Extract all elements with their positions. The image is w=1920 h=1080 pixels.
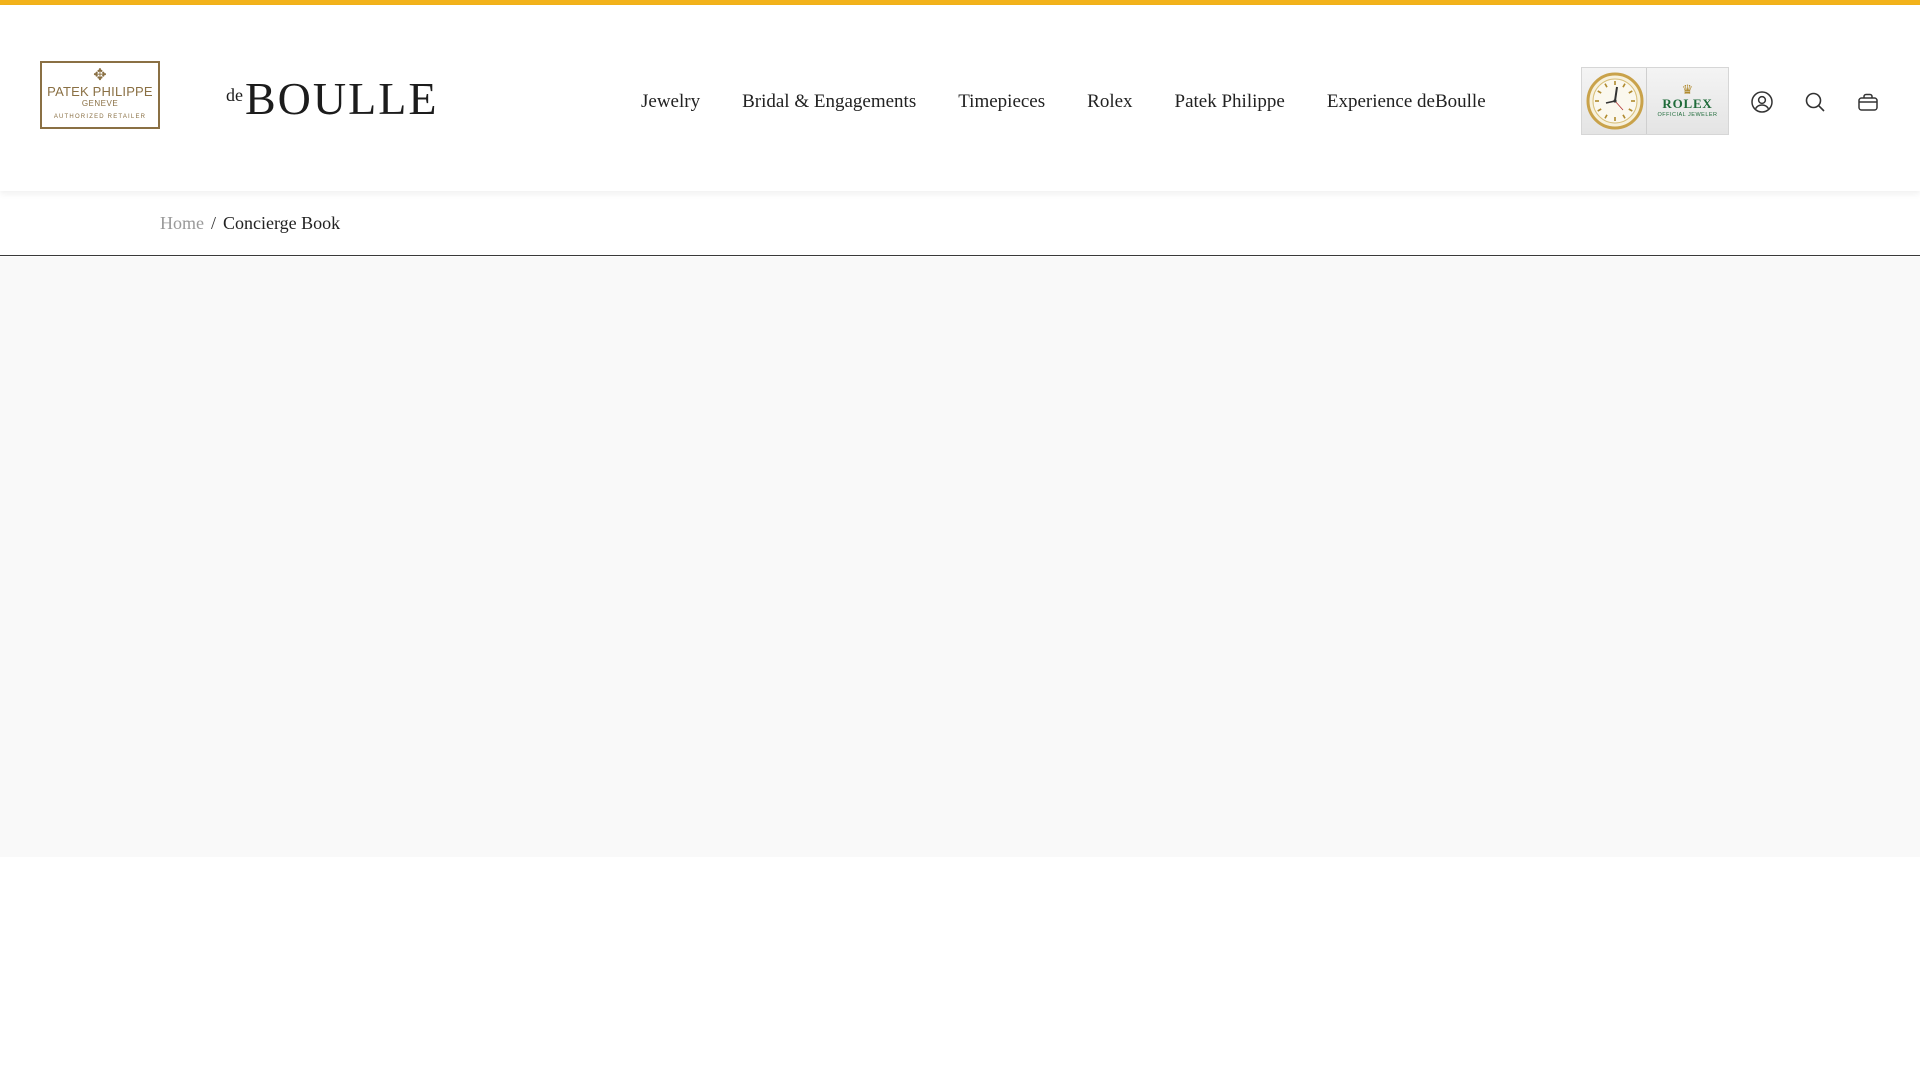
patek-badge-line1: PATEK PHILIPPE bbox=[47, 83, 153, 99]
rolex-official-jeweler-plaque[interactable]: ♛ ROLEX OFFICIAL JEWELER bbox=[1581, 67, 1729, 135]
nav-item-experience-deboulle[interactable]: Experience deBoulle bbox=[1306, 87, 1507, 117]
breadcrumb-separator: / bbox=[211, 213, 217, 233]
site-header: ✥ PATEK PHILIPPE GENEVE AUTHORIZED RETAI… bbox=[0, 5, 1920, 191]
rolex-brand: ♛ ROLEX OFFICIAL JEWELER bbox=[1647, 83, 1728, 119]
nav-item-bridal-engagements[interactable]: Bridal & Engagements bbox=[721, 87, 937, 117]
calatrava-cross-icon: ✥ bbox=[93, 66, 107, 84]
breadcrumb-bar: Home / Concierge Book bbox=[0, 191, 1920, 256]
rolex-clock-icon bbox=[1584, 70, 1646, 132]
patek-badge-line2: GENEVE bbox=[81, 98, 119, 108]
crown-icon: ♛ bbox=[1681, 82, 1694, 97]
concierge-book-content-area bbox=[0, 257, 1920, 857]
rolex-tagline: OFFICIAL JEWELER bbox=[1657, 112, 1718, 118]
cart-button[interactable] bbox=[1855, 89, 1881, 115]
breadcrumb-current: Concierge Book bbox=[223, 213, 341, 233]
nav-item-patek-philippe[interactable]: Patek Philippe bbox=[1154, 87, 1306, 117]
nav-item-rolex[interactable]: Rolex bbox=[1066, 87, 1153, 117]
breadcrumb-home-link[interactable]: Home bbox=[160, 211, 204, 235]
logo-prefix: de bbox=[226, 85, 243, 105]
search-button[interactable] bbox=[1802, 89, 1828, 115]
nav-item-jewelry[interactable]: Jewelry bbox=[620, 87, 721, 117]
deboulle-logo[interactable]: de BOULLE bbox=[226, 73, 438, 125]
patek-badge-line3: AUTHORIZED RETAILER bbox=[53, 113, 147, 120]
shopping-bag-icon bbox=[1858, 93, 1878, 111]
logo-name: BOULLE bbox=[245, 73, 439, 124]
nav-item-timepieces[interactable]: Timepieces bbox=[937, 87, 1066, 117]
account-button[interactable] bbox=[1749, 89, 1775, 115]
search-icon bbox=[1805, 92, 1825, 112]
rolex-name: ROLEX bbox=[1662, 96, 1713, 111]
user-circle-icon bbox=[1751, 91, 1773, 113]
breadcrumb: Home / Concierge Book bbox=[160, 211, 340, 235]
patek-philippe-retailer-badge[interactable]: ✥ PATEK PHILIPPE GENEVE AUTHORIZED RETAI… bbox=[40, 61, 160, 129]
main-nav: Jewelry Bridal & Engagements Timepieces … bbox=[620, 87, 1507, 117]
